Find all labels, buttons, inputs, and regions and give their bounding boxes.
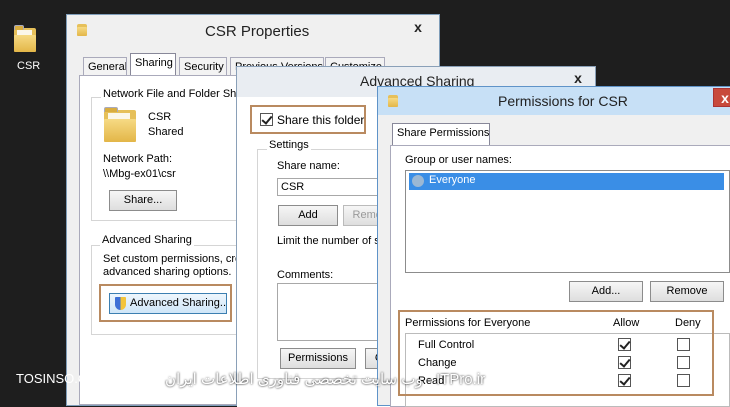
user-list-item-everyone[interactable]: Everyone xyxy=(409,173,724,190)
comments-label: Comments: xyxy=(277,269,334,281)
tab-sharing[interactable]: Sharing xyxy=(130,53,176,76)
folder-name: CSR xyxy=(148,111,172,123)
permissions-folder-icon xyxy=(388,95,398,107)
folder-icon xyxy=(77,24,87,36)
network-path-value: \\Mbg-ex01\csr xyxy=(103,168,176,180)
highlight-advanced-sharing xyxy=(99,284,232,322)
folder-state: Shared xyxy=(148,126,184,138)
tab-general[interactable]: General xyxy=(83,57,127,77)
permissions-title: Permissions for CSR xyxy=(498,93,628,109)
tab-share-permissions[interactable]: Share Permissions xyxy=(392,123,490,146)
remove-user-button[interactable]: Remove xyxy=(650,281,724,302)
tab-security[interactable]: Security xyxy=(179,57,227,77)
network-path-label: Network Path: xyxy=(103,153,173,165)
user-list-item-label: Everyone xyxy=(429,174,476,186)
group-user-names-label: Group or user names: xyxy=(405,154,512,166)
add-share-button[interactable]: Add xyxy=(278,205,338,226)
advanced-sharing-close-button[interactable]: x xyxy=(563,68,593,86)
watermark-right: وب سایت تخصصی فناوری اطلاعات ایران - ITP… xyxy=(165,371,486,388)
highlight-share-folder xyxy=(250,105,366,134)
add-user-button[interactable]: Add... xyxy=(569,281,643,302)
advanced-sharing-desc-2: advanced sharing options. xyxy=(103,266,232,278)
share-button[interactable]: Share... xyxy=(109,190,177,211)
desktop-folder-label: CSR xyxy=(17,60,41,72)
share-name-label: Share name: xyxy=(277,160,340,172)
close-button[interactable]: x xyxy=(403,17,433,35)
advanced-sharing-group-label: Advanced Sharing xyxy=(100,234,194,246)
permissions-close-button[interactable]: x xyxy=(713,88,730,107)
permissions-button[interactable]: Permissions xyxy=(280,348,356,369)
watermark-left: TOSINSO.COM xyxy=(16,371,109,386)
shared-folder-icon xyxy=(104,107,136,142)
window-title: CSR Properties xyxy=(205,23,310,40)
settings-label: Settings xyxy=(267,139,311,151)
user-group-icon xyxy=(412,175,424,187)
desktop-folder-icon[interactable] xyxy=(14,25,36,52)
